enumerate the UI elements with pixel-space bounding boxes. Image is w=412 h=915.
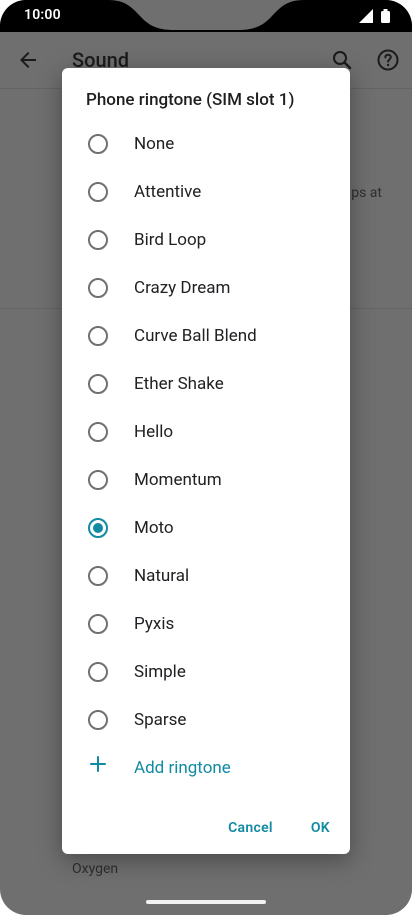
ringtone-label: Hello — [134, 422, 174, 442]
add-ringtone-label: Add ringtone — [134, 758, 231, 778]
ringtone-option-natural[interactable]: Natural — [62, 552, 350, 600]
radio-button[interactable] — [88, 230, 108, 250]
ringtone-label: Crazy Dream — [134, 278, 231, 298]
radio-button[interactable] — [88, 182, 108, 202]
ringtone-option-pyxis[interactable]: Pyxis — [62, 600, 350, 648]
ok-button[interactable]: OK — [311, 820, 330, 836]
ringtone-option-moto[interactable]: Moto — [62, 504, 350, 552]
radio-button-selected[interactable] — [88, 518, 108, 538]
plus-icon — [90, 756, 106, 772]
cancel-button[interactable]: Cancel — [228, 820, 273, 836]
ringtone-label: Simple — [134, 662, 186, 682]
radio-button[interactable] — [88, 566, 108, 586]
camera-notch — [108, 0, 304, 30]
radio-button[interactable] — [88, 134, 108, 154]
ringtone-option-attentive[interactable]: Attentive — [62, 168, 350, 216]
radio-button[interactable] — [88, 422, 108, 442]
ringtone-dialog: Phone ringtone (SIM slot 1) None Attenti… — [62, 68, 350, 854]
ringtone-label: Attentive — [134, 182, 202, 202]
radio-button[interactable] — [88, 662, 108, 682]
status-time: 10:00 — [24, 7, 61, 23]
ringtone-option-simple[interactable]: Simple — [62, 648, 350, 696]
ringtone-option-curve-ball-blend[interactable]: Curve Ball Blend — [62, 312, 350, 360]
ringtone-option-crazy-dream[interactable]: Crazy Dream — [62, 264, 350, 312]
radio-button[interactable] — [88, 470, 108, 490]
ringtone-option-bird-loop[interactable]: Bird Loop — [62, 216, 350, 264]
battery-icon — [381, 9, 390, 23]
radio-button[interactable] — [88, 326, 108, 346]
radio-button[interactable] — [88, 374, 108, 394]
ringtone-label: Ether Shake — [134, 374, 224, 394]
ringtone-label: None — [134, 134, 175, 154]
ringtone-label: Bird Loop — [134, 230, 207, 250]
phone-screen: 10:00 Sound ps at Oxygen Phone ringtone … — [0, 0, 412, 915]
ringtone-option-none[interactable]: None — [62, 120, 350, 168]
signal-icon — [359, 9, 373, 23]
radio-button[interactable] — [88, 278, 108, 298]
dialog-title: Phone ringtone (SIM slot 1) — [86, 90, 295, 110]
dialog-actions: Cancel OK — [228, 820, 330, 836]
radio-button[interactable] — [88, 710, 108, 730]
status-bar: 10:00 — [0, 0, 412, 32]
ringtone-option-ether-shake[interactable]: Ether Shake — [62, 360, 350, 408]
ringtone-label: Natural — [134, 566, 190, 586]
back-arrow-icon[interactable] — [16, 48, 40, 72]
add-ringtone-button[interactable]: Add ringtone — [62, 744, 350, 792]
ringtone-label: Curve Ball Blend — [134, 326, 257, 346]
ringtone-label: Momentum — [134, 470, 222, 490]
ringtone-option-momentum[interactable]: Momentum — [62, 456, 350, 504]
ringtone-label: Sparse — [134, 710, 187, 730]
ringtone-option-hello[interactable]: Hello — [62, 408, 350, 456]
ringtone-label: Pyxis — [134, 614, 175, 634]
background-footer-text: Oxygen — [72, 861, 119, 877]
home-indicator[interactable] — [146, 900, 266, 904]
ringtone-list: None Attentive Bird Loop Crazy Dream Cur… — [62, 120, 350, 792]
background-text: ps at — [351, 185, 382, 201]
help-icon[interactable] — [376, 48, 400, 72]
radio-button[interactable] — [88, 614, 108, 634]
ringtone-label: Moto — [134, 518, 174, 538]
ringtone-option-sparse[interactable]: Sparse — [62, 696, 350, 744]
